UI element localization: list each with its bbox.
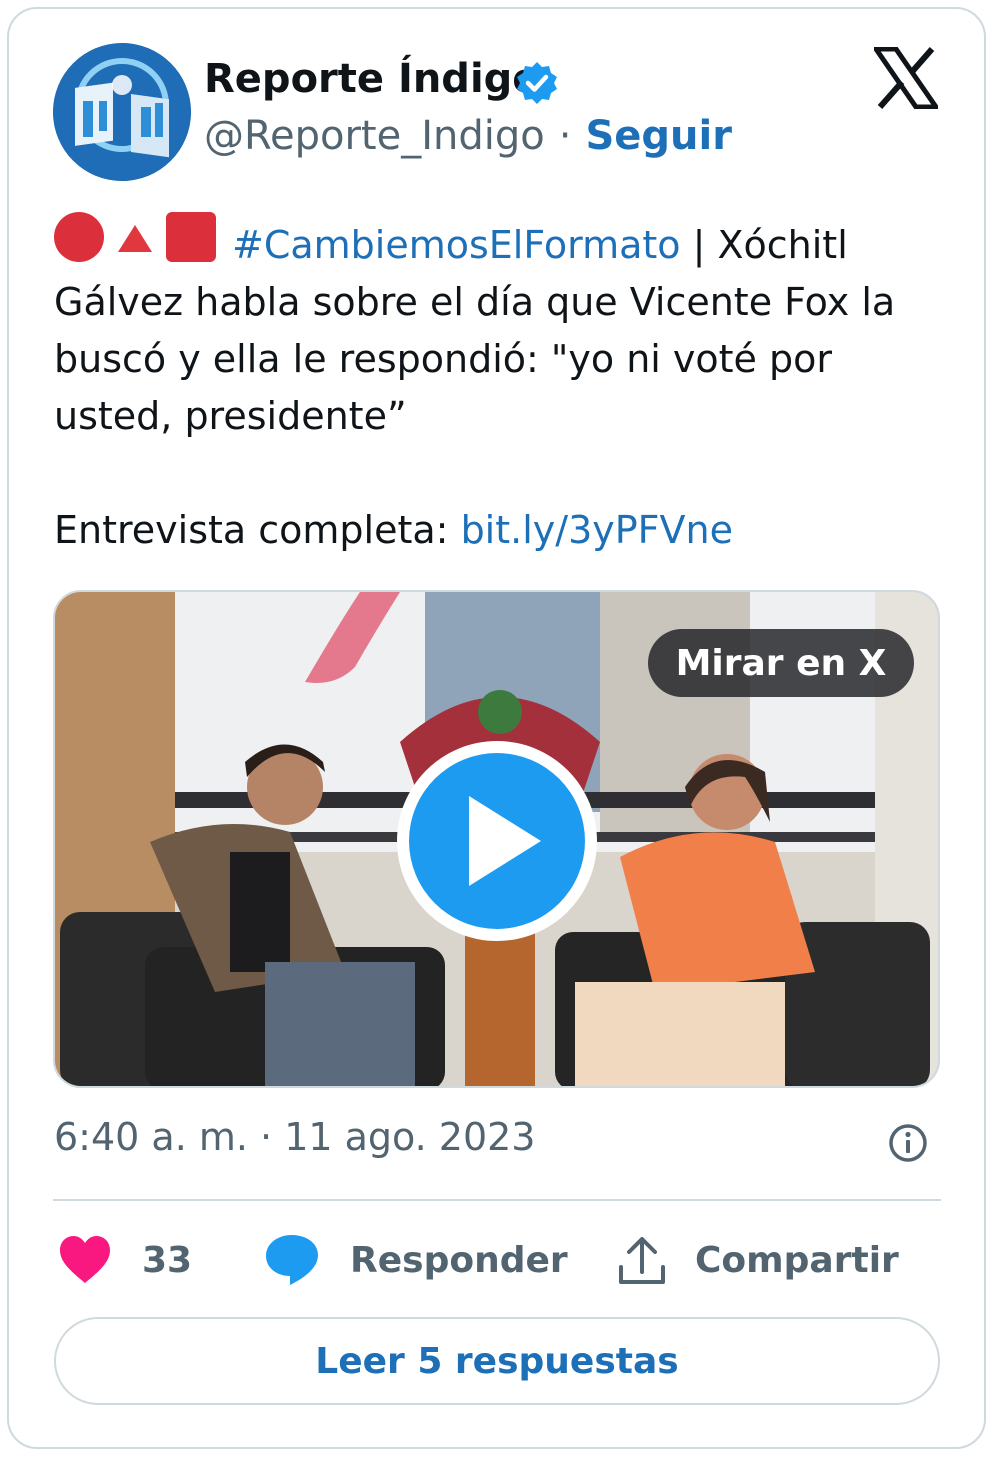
interview-link[interactable]: bit.ly/3yPFVne <box>461 508 733 552</box>
read-replies-button[interactable]: Leer 5 respuestas <box>54 1317 940 1405</box>
red-triangle-emoji <box>118 225 152 252</box>
watch-on-x-button[interactable]: Mirar en X <box>648 629 914 697</box>
divider <box>53 1199 941 1201</box>
handle[interactable]: @Reporte_Indigo <box>204 113 545 159</box>
avatar-logo <box>53 43 191 181</box>
red-square-emoji <box>166 212 216 262</box>
share-label: Compartir <box>695 1239 899 1281</box>
red-circle-emoji <box>54 212 104 262</box>
play-button[interactable] <box>397 741 597 941</box>
tweet-text: #CambiemosElFormato | Xóchitl Gálvez hab… <box>54 212 934 559</box>
handle-row: @Reporte_Indigo · Seguir <box>204 113 732 159</box>
like-button[interactable]: 33 <box>58 1230 192 1290</box>
timestamp[interactable]: 6:40 a. m. · 11 ago. 2023 <box>54 1115 535 1159</box>
share-icon <box>619 1237 665 1284</box>
hashtag-link[interactable]: #CambiemosElFormato <box>232 223 681 267</box>
avatar[interactable] <box>53 43 191 181</box>
x-logo-icon[interactable] <box>874 47 938 109</box>
verified-badge-icon <box>517 62 557 104</box>
speech-bubble-icon <box>266 1235 318 1285</box>
play-icon <box>469 796 541 886</box>
interview-prefix: Entrevista completa: <box>54 508 461 552</box>
display-name[interactable]: Reporte Índigo <box>204 56 540 102</box>
like-count: 33 <box>142 1239 193 1281</box>
info-icon[interactable] <box>887 1122 929 1164</box>
follow-button[interactable]: Seguir <box>585 113 731 159</box>
reply-label: Responder <box>350 1239 568 1281</box>
separator-dot: · <box>558 113 572 159</box>
reply-button[interactable]: Responder <box>264 1230 568 1290</box>
share-button[interactable]: Compartir <box>617 1230 899 1290</box>
heart-icon <box>60 1236 110 1283</box>
